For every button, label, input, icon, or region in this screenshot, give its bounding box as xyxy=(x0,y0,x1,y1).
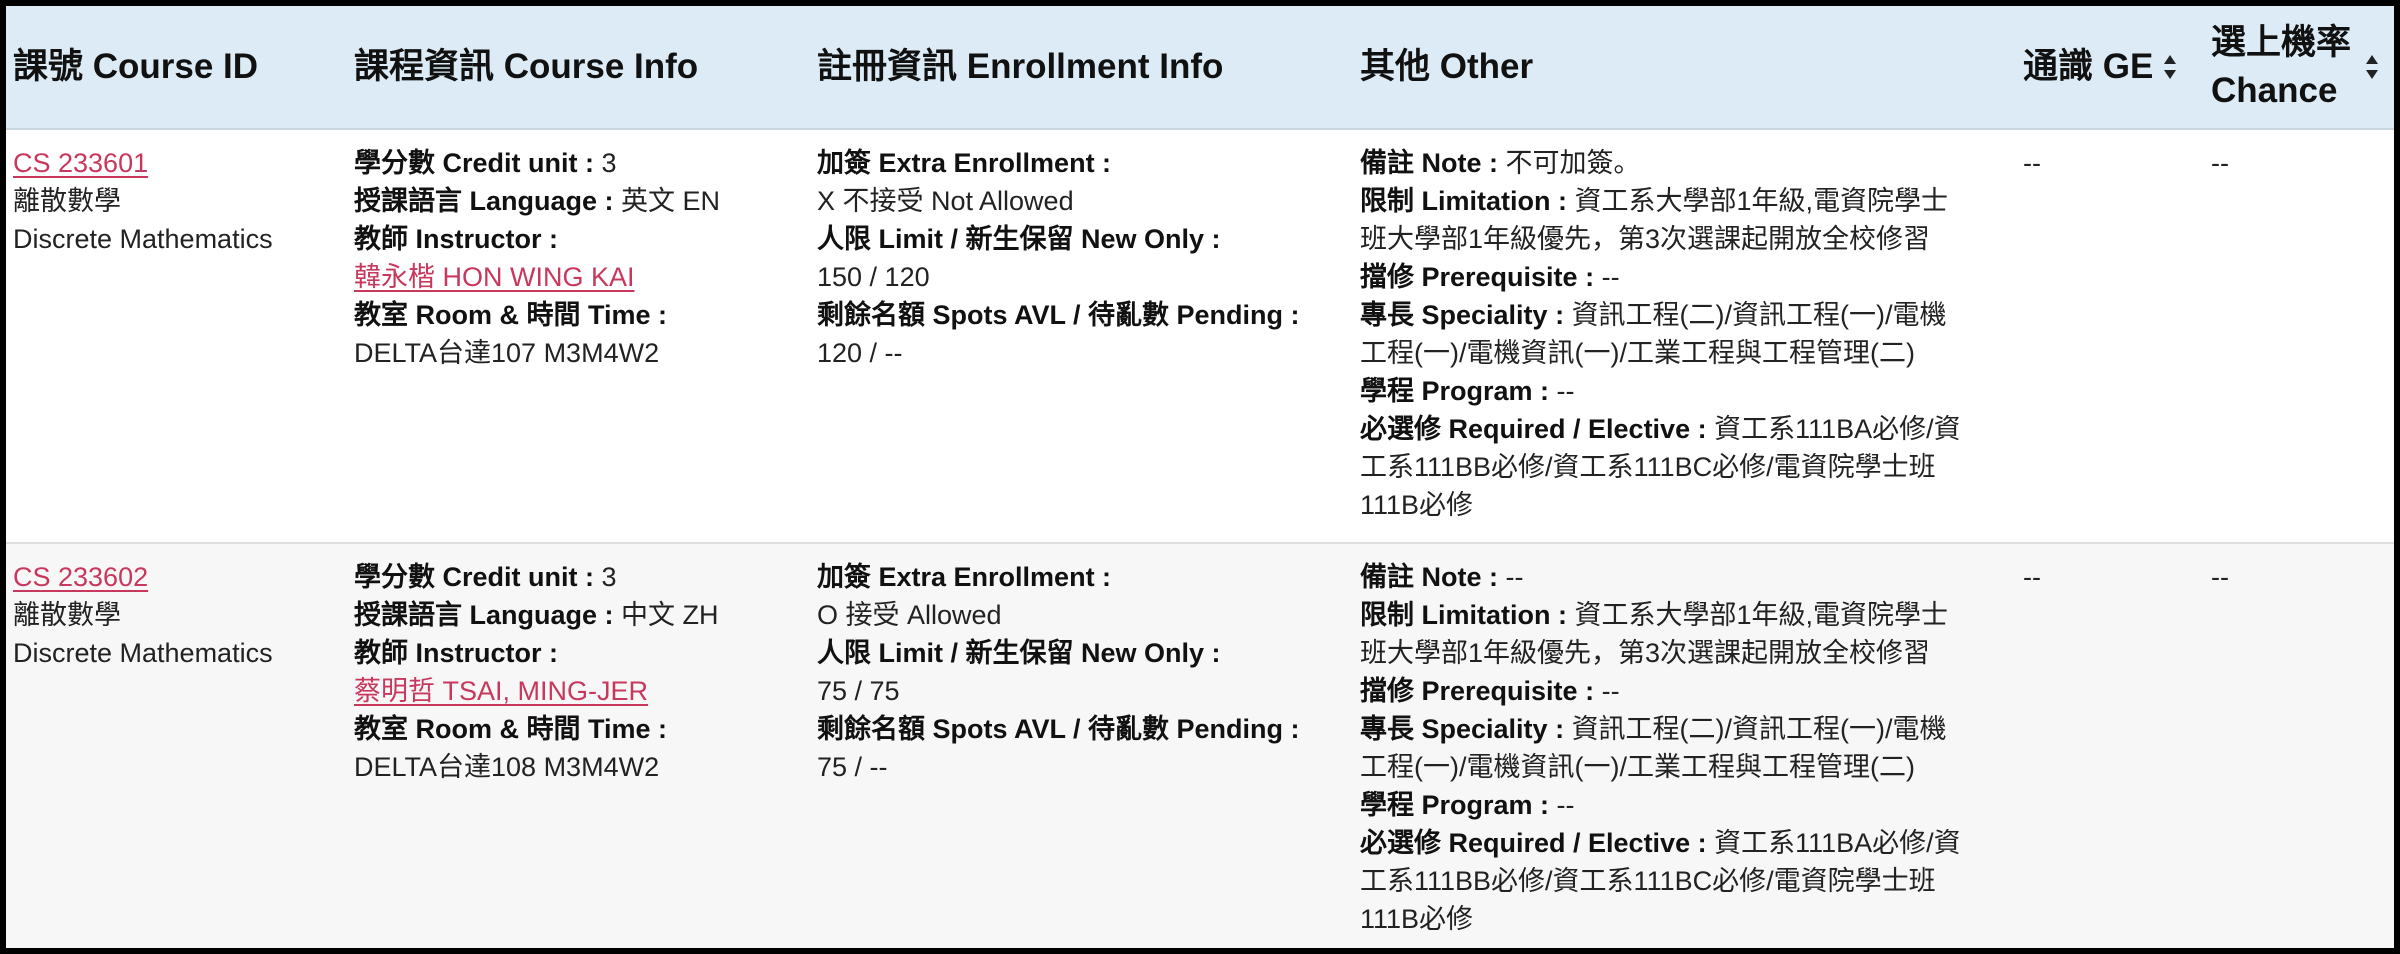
header-enrollment-info: 註冊資訊 Enrollment Info xyxy=(817,47,1224,86)
credit-value: 3 xyxy=(601,148,617,178)
required-value: 資工系111BA必修/資 xyxy=(1714,828,1961,858)
limit-value: 75 / 75 xyxy=(817,676,900,706)
sort-icon[interactable] xyxy=(2365,54,2379,80)
limitation-value-cont: 班大學部1年級優先，第3次選課起開放全校修習 xyxy=(1360,638,1931,668)
other-cell: 備註 Note : 不可加簽。 限制 Limitation : 資工系大學部1年… xyxy=(1353,130,2016,542)
course-info-cell: 學分數 Credit unit : 3 授課語言 Language : 中文 Z… xyxy=(347,544,810,948)
chance-value: -- xyxy=(2211,562,2229,592)
other-cell: 備註 Note : -- 限制 Limitation : 資工系大學部1年級,電… xyxy=(1353,544,2016,948)
enrollment-info-cell: 加簽 Extra Enrollment : O 接受 Allowed 人限 Li… xyxy=(810,544,1353,948)
required-value: 資工系111BA必修/資 xyxy=(1714,414,1961,444)
required-label: 必選修 Required / Elective : xyxy=(1360,828,1715,858)
prerequisite-label: 擋修 Prerequisite : xyxy=(1360,262,1602,292)
ge-value: -- xyxy=(2023,148,2041,178)
spots-label: 剩餘名額 Spots AVL / 待亂數 Pending : xyxy=(817,300,1300,330)
language-value: 中文 ZH xyxy=(621,600,719,630)
required-value-cont: 工系111BB必修/資工系111BC必修/電資院學士班 xyxy=(1360,452,1936,482)
speciality-value: 資訊工程(二)/資訊工程(一)/電機 xyxy=(1571,714,1947,744)
extra-enrollment-label: 加簽 Extra Enrollment : xyxy=(817,148,1112,178)
speciality-value-cont: 工程(一)/電機資訊(一)/工業工程與工程管理(二) xyxy=(1360,338,1915,368)
credit-label: 學分數 Credit unit : xyxy=(354,562,602,592)
extra-enrollment-label: 加簽 Extra Enrollment : xyxy=(817,562,1112,592)
chance-cell: -- xyxy=(2204,544,2394,948)
extra-enrollment-value: X 不接受 Not Allowed xyxy=(817,186,1074,216)
header-ge-sortable[interactable]: 通識 GE xyxy=(2016,6,2204,128)
limitation-value: 資工系大學部1年級,電資院學士 xyxy=(1574,600,1949,630)
credit-label: 學分數 Credit unit : xyxy=(354,148,602,178)
course-id-cell: CS 233602 離散數學 Discrete Mathematics xyxy=(6,544,347,948)
chance-cell: -- xyxy=(2204,130,2394,542)
required-label: 必選修 Required / Elective : xyxy=(1360,414,1715,444)
course-table: 課號 Course ID 課程資訊 Course Info 註冊資訊 Enrol… xyxy=(6,6,2394,948)
instructor-link[interactable]: 韓永楷 HON WING KAI xyxy=(354,262,635,292)
program-value: -- xyxy=(1556,790,1575,820)
speciality-label: 專長 Speciality : xyxy=(1360,714,1572,744)
limitation-value: 資工系大學部1年級,電資院學士 xyxy=(1574,186,1949,216)
course-id-link[interactable]: CS 233601 xyxy=(13,148,148,178)
extra-enrollment-value: O 接受 Allowed xyxy=(817,600,1002,630)
ge-cell: -- xyxy=(2016,130,2204,542)
room-time-label: 教室 Room & 時間 Time : xyxy=(354,300,668,330)
instructor-label: 教師 Instructor : xyxy=(354,224,559,254)
prerequisite-value: -- xyxy=(1601,676,1620,706)
course-id-cell: CS 233601 離散數學 Discrete Mathematics xyxy=(6,130,347,542)
limit-label: 人限 Limit / 新生保留 New Only : xyxy=(817,638,1221,668)
limit-label: 人限 Limit / 新生保留 New Only : xyxy=(817,224,1221,254)
prerequisite-label: 擋修 Prerequisite : xyxy=(1360,676,1602,706)
language-value: 英文 EN xyxy=(621,186,721,216)
program-label: 學程 Program : xyxy=(1360,790,1557,820)
header-course-id: 課號 Course ID xyxy=(13,47,259,86)
ge-value: -- xyxy=(2023,562,2041,592)
table-row: CS 233602 離散數學 Discrete Mathematics 學分數 … xyxy=(6,544,2394,948)
limitation-value-cont: 班大學部1年級優先，第3次選課起開放全校修習 xyxy=(1360,224,1931,254)
header-course-info: 課程資訊 Course Info xyxy=(354,47,699,86)
sort-icon[interactable] xyxy=(2163,54,2177,80)
program-value: -- xyxy=(1556,376,1575,406)
header-other: 其他 Other xyxy=(1360,47,1534,86)
course-name-en: Discrete Mathematics xyxy=(13,224,273,254)
header-chance-label: 選上機率 Chance xyxy=(2211,23,2352,110)
ge-cell: -- xyxy=(2016,544,2204,948)
spots-value: 120 / -- xyxy=(817,338,903,368)
room-time-value: DELTA台達108 M3M4W2 xyxy=(354,752,660,782)
course-info-cell: 學分數 Credit unit : 3 授課語言 Language : 英文 E… xyxy=(347,130,810,542)
required-value-cont: 111B必修 xyxy=(1360,490,1474,520)
language-label: 授課語言 Language : xyxy=(354,186,622,216)
course-name-zh: 離散數學 xyxy=(13,186,121,216)
room-time-value: DELTA台達107 M3M4W2 xyxy=(354,338,660,368)
instructor-label: 教師 Instructor : xyxy=(354,638,559,668)
note-label: 備註 Note : xyxy=(1360,562,1506,592)
limitation-label: 限制 Limitation : xyxy=(1360,186,1575,216)
speciality-value: 資訊工程(二)/資訊工程(一)/電機 xyxy=(1571,300,1947,330)
instructor-link[interactable]: 蔡明哲 TSAI, MING-JER xyxy=(354,676,648,706)
prerequisite-value: -- xyxy=(1601,262,1620,292)
speciality-value-cont: 工程(一)/電機資訊(一)/工業工程與工程管理(二) xyxy=(1360,752,1915,782)
required-value-cont: 111B必修 xyxy=(1360,904,1474,934)
table-row: CS 233601 離散數學 Discrete Mathematics 學分數 … xyxy=(6,130,2394,544)
limitation-label: 限制 Limitation : xyxy=(1360,600,1575,630)
note-label: 備註 Note : xyxy=(1360,148,1506,178)
spots-value: 75 / -- xyxy=(817,752,888,782)
credit-value: 3 xyxy=(601,562,617,592)
limit-value: 150 / 120 xyxy=(817,262,930,292)
program-label: 學程 Program : xyxy=(1360,376,1557,406)
language-label: 授課語言 Language : xyxy=(354,600,622,630)
note-value: 不可加簽。 xyxy=(1505,148,1641,178)
table-header: 課號 Course ID 課程資訊 Course Info 註冊資訊 Enrol… xyxy=(6,6,2394,130)
course-name-en: Discrete Mathematics xyxy=(13,638,273,668)
course-name-zh: 離散數學 xyxy=(13,600,121,630)
enrollment-info-cell: 加簽 Extra Enrollment : X 不接受 Not Allowed … xyxy=(810,130,1353,542)
note-value: -- xyxy=(1505,562,1524,592)
header-chance-sortable[interactable]: 選上機率 Chance xyxy=(2204,6,2394,128)
course-id-link[interactable]: CS 233602 xyxy=(13,562,148,592)
required-value-cont: 工系111BB必修/資工系111BC必修/電資院學士班 xyxy=(1360,866,1936,896)
chance-value: -- xyxy=(2211,148,2229,178)
room-time-label: 教室 Room & 時間 Time : xyxy=(354,714,668,744)
speciality-label: 專長 Speciality : xyxy=(1360,300,1572,330)
spots-label: 剩餘名額 Spots AVL / 待亂數 Pending : xyxy=(817,714,1300,744)
header-ge-label: 通識 GE xyxy=(2023,47,2154,86)
